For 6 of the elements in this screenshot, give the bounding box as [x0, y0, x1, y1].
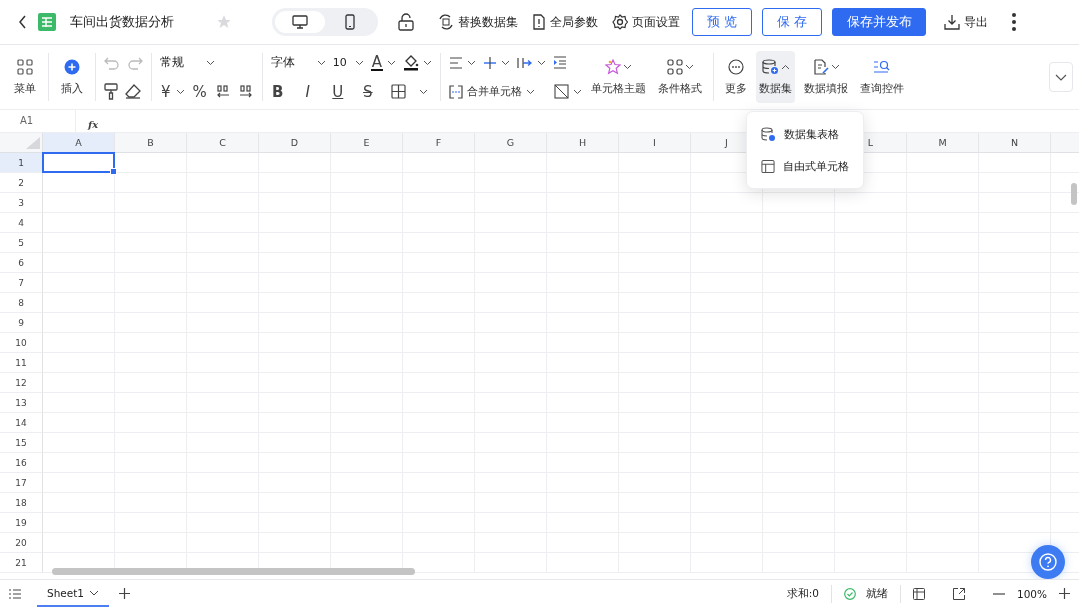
status-text: 就绪	[865, 586, 888, 601]
sum-readout: 求和:0	[786, 586, 819, 601]
fx-label: fx	[88, 119, 99, 130]
zoom-level: 100%	[1016, 587, 1047, 600]
cell-reference: A1	[0, 110, 76, 132]
report-title: 车间出货数据分析	[70, 13, 175, 31]
